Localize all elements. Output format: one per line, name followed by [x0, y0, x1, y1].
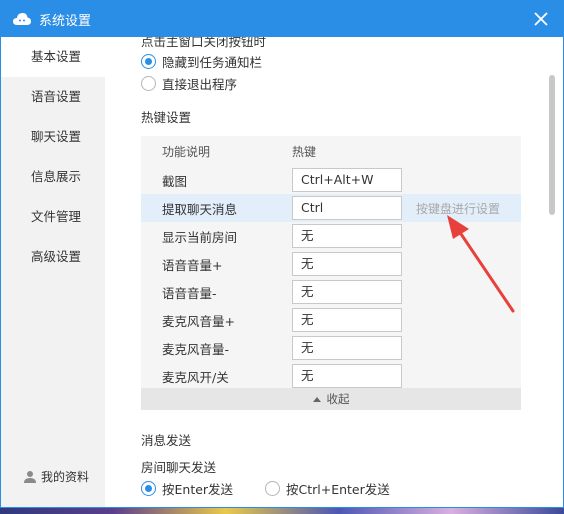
hotkey-input[interactable]: 无 — [292, 280, 402, 304]
hotkey-input[interactable]: 无 — [292, 252, 402, 276]
chevron-up-icon — [312, 396, 321, 402]
hotkey-input[interactable]: 无 — [292, 224, 402, 248]
column-header-hotkey: 热键 — [292, 144, 317, 159]
sidebar-item-voice[interactable]: 语音设置 — [1, 77, 105, 117]
option-label: 按Ctrl+Enter发送 — [286, 482, 390, 497]
hotkey-label: 显示当前房间 — [162, 229, 238, 245]
hotkey-label: 截图 — [162, 173, 188, 189]
hotkey-input[interactable]: Ctrl — [292, 196, 402, 220]
hotkey-label: 麦克风开/关 — [162, 369, 229, 385]
close-button[interactable] — [529, 7, 553, 31]
hotkey-label: 语音音量- — [162, 285, 217, 301]
room-chat-send-label: 房间聊天发送 — [141, 460, 217, 475]
cloud-icon — [13, 12, 31, 26]
message-send-section-title: 消息发送 — [141, 433, 192, 448]
hotkey-label: 麦克风音量+ — [162, 313, 235, 329]
column-header-function: 功能说明 — [162, 144, 211, 159]
hotkey-table: 功能说明 热键 截图 Ctrl+Alt+W 提取聊天消息 Ctrl 按键盘进行设… — [141, 136, 521, 410]
background-app-edge — [0, 508, 564, 514]
radio-button[interactable] — [141, 481, 156, 496]
vertical-scrollbar[interactable] — [549, 75, 555, 215]
hotkey-row-mic-volume-up: 麦克风音量+ 无 — [141, 306, 521, 334]
profile-label: 我的资料 — [41, 470, 90, 484]
hotkey-row-extract-message: 提取聊天消息 Ctrl 按键盘进行设置 — [141, 194, 521, 222]
sidebar-item-basic[interactable]: 基本设置 — [1, 37, 105, 77]
hotkey-input[interactable]: 无 — [292, 308, 402, 332]
hotkey-row-mic-volume-down: 麦克风音量- 无 — [141, 334, 521, 362]
radio-button[interactable] — [141, 76, 156, 91]
collapse-button[interactable]: 收起 — [141, 388, 521, 410]
hotkey-input[interactable]: Ctrl+Alt+W — [292, 168, 402, 192]
hotkey-row-screenshot: 截图 Ctrl+Alt+W — [141, 166, 521, 194]
sidebar-item-files[interactable]: 文件管理 — [1, 197, 105, 237]
hotkey-row-voice-volume-down: 语音音量- 无 — [141, 278, 521, 306]
option-ctrl-enter-send[interactable]: 按Ctrl+Enter发送 — [265, 479, 390, 498]
hotkey-input[interactable]: 无 — [292, 336, 402, 360]
option-label: 隐藏到任务通知栏 — [162, 55, 263, 70]
close-behavior-heading: 点击主窗口关闭按钮时 — [141, 37, 267, 49]
settings-window: 系统设置 基本设置 语音设置 聊天设置 信息展示 文件管理 高级设置 我的资料 … — [0, 0, 564, 508]
title-bar: 系统设置 — [1, 1, 563, 37]
radio-button[interactable] — [265, 481, 280, 496]
collapse-label: 收起 — [326, 392, 350, 406]
user-icon — [24, 470, 36, 483]
option-exit-program[interactable]: 直接退出程序 — [141, 74, 237, 93]
hotkey-input[interactable]: 无 — [292, 364, 402, 388]
hotkey-hint: 按键盘进行设置 — [416, 201, 501, 216]
hotkey-label: 麦克风音量- — [162, 341, 230, 357]
hotkey-section-title: 热键设置 — [141, 110, 192, 125]
sidebar-item-advanced[interactable]: 高级设置 — [1, 237, 105, 277]
my-profile-link[interactable]: 我的资料 — [23, 468, 89, 485]
settings-sidebar: 基本设置 语音设置 聊天设置 信息展示 文件管理 高级设置 我的资料 — [1, 37, 105, 507]
hotkey-table-header: 功能说明 热键 — [141, 136, 521, 166]
hotkey-row-mic-toggle: 麦克风开/关 无 — [141, 362, 521, 390]
hotkey-label: 提取聊天消息 — [162, 201, 238, 217]
radio-button[interactable] — [141, 54, 156, 69]
sidebar-item-info[interactable]: 信息展示 — [1, 157, 105, 197]
option-label: 直接退出程序 — [162, 77, 238, 92]
close-icon — [534, 12, 548, 26]
option-hide-to-tray[interactable]: 隐藏到任务通知栏 — [141, 52, 262, 71]
option-enter-send[interactable]: 按Enter发送 — [141, 479, 233, 498]
hotkey-row-voice-volume-up: 语音音量+ 无 — [141, 250, 521, 278]
sidebar-item-chat[interactable]: 聊天设置 — [1, 117, 105, 157]
window-title: 系统设置 — [39, 13, 92, 29]
settings-content: 点击主窗口关闭按钮时 隐藏到任务通知栏 直接退出程序 热键设置 功能说明 热键 … — [105, 37, 563, 507]
option-label: 按Enter发送 — [162, 482, 234, 497]
hotkey-label: 语音音量+ — [162, 257, 223, 273]
hotkey-row-show-room: 显示当前房间 无 — [141, 222, 521, 250]
